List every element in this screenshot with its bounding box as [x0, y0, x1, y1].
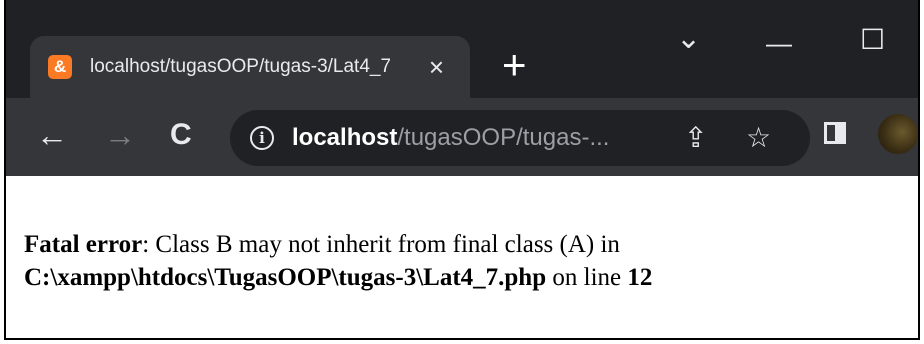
tab-active[interactable]: & localhost/tugasOOP/tugas-3/Lat4_7.php … [30, 36, 470, 98]
info-icon[interactable]: i [250, 126, 274, 150]
side-panel-icon[interactable] [824, 122, 846, 144]
error-on-line: on line [546, 264, 628, 291]
bookmark-star-icon[interactable]: ☆ [746, 120, 771, 156]
page-content: Fatal error: Class B may not inherit fro… [6, 176, 918, 338]
toolbar: ← → C i localhost/tugasOOP/tugas-... ⇪ ☆ [6, 98, 918, 176]
tab-strip: & localhost/tugasOOP/tugas-3/Lat4_7.php … [6, 0, 918, 98]
browser-window: & localhost/tugasOOP/tugas-3/Lat4_7.php … [4, 0, 920, 340]
close-tab-icon[interactable]: × [429, 50, 444, 84]
profile-avatar[interactable] [878, 114, 918, 154]
url-text[interactable]: localhost/tugasOOP/tugas-... [292, 124, 609, 152]
forward-arrow-icon[interactable]: → [104, 116, 136, 154]
tab-search-chevron-icon[interactable]: ⌄ [676, 24, 701, 54]
php-fatal-error: Fatal error: Class B may not inherit fro… [24, 228, 904, 294]
xampp-favicon-icon: & [48, 55, 72, 79]
error-message: : Class B may not inherit from final cla… [142, 231, 620, 258]
minimize-icon[interactable]: — [766, 30, 792, 56]
url-host: localhost [292, 124, 398, 151]
back-arrow-icon[interactable]: ← [36, 116, 68, 154]
new-tab-icon[interactable]: + [502, 44, 527, 86]
share-icon[interactable]: ⇪ [684, 120, 707, 156]
url-path: /tugasOOP/tugas-... [397, 124, 610, 151]
maximize-icon[interactable]: ☐ [860, 26, 885, 54]
reload-icon[interactable]: C [170, 116, 192, 154]
error-file-path: C:\xampp\htdocs\TugasOOP\tugas-3\Lat4_7.… [24, 264, 547, 291]
error-line-number: 12 [627, 264, 653, 291]
address-bar[interactable]: i localhost/tugasOOP/tugas-... ⇪ ☆ [230, 110, 810, 166]
error-label: Fatal error [24, 231, 143, 258]
tab-title: localhost/tugasOOP/tugas-3/Lat4_7.php [90, 56, 390, 77]
